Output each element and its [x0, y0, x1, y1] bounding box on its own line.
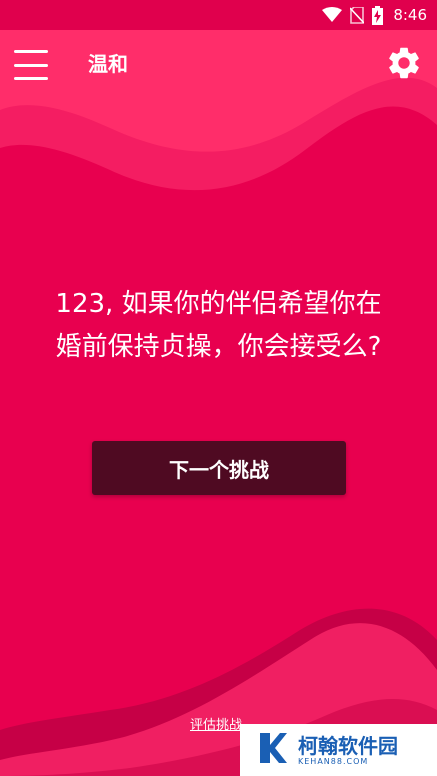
question-line-2: 婚前保持贞操，你会接受么? — [55, 332, 382, 362]
watermark-text: 柯翰软件园 — [298, 733, 398, 758]
battery-charging-icon — [372, 5, 384, 25]
watermark-url: KEHAN88.COM — [298, 756, 369, 766]
question-line-1: 123, 如果你的伴侣希望你在 — [55, 289, 382, 319]
watermark: 柯翰软件园 KEHAN88.COM — [240, 724, 437, 776]
gear-icon[interactable] — [385, 44, 423, 82]
page-title: 温和 — [88, 52, 128, 76]
challenge-question: 123, 如果你的伴侣希望你在 婚前保持贞操，你会接受么? — [20, 283, 417, 369]
status-time: 8:46 — [393, 6, 427, 24]
app-bar: 温和 — [0, 30, 437, 96]
rate-challenge-link[interactable]: 评估挑战 — [190, 714, 242, 733]
no-sim-icon — [350, 6, 365, 24]
background-waves — [0, 0, 437, 776]
menu-icon[interactable] — [14, 50, 54, 80]
watermark-logo-icon — [258, 731, 288, 769]
wifi-icon — [322, 7, 343, 23]
status-bar: 8:46 — [0, 0, 437, 30]
next-challenge-button[interactable]: 下一个挑战 — [92, 441, 346, 495]
